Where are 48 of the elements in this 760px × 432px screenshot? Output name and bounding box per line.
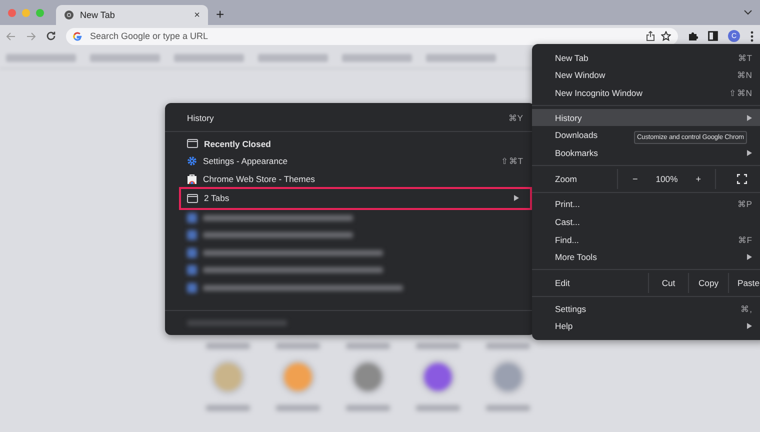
menu-item[interactable]: Bookmarks	[532, 144, 760, 162]
edit-button[interactable]: Cut	[648, 272, 688, 293]
menu-item[interactable]: New Window ⌘N	[532, 66, 760, 84]
closed-tab-item[interactable]: Settings - Appearance ⇧⌘T	[165, 152, 535, 170]
address-input[interactable]: Search Google or type a URL	[88, 30, 640, 42]
chevron-down-icon[interactable]	[744, 10, 752, 15]
menu-item[interactable]: History	[532, 108, 760, 126]
close-window-button[interactable]	[8, 8, 16, 16]
edit-button[interactable]: Paste	[728, 272, 760, 293]
reload-icon[interactable]	[46, 31, 56, 41]
history-menu-title[interactable]: History ⌘Y	[165, 108, 535, 128]
zoom-label: Zoom	[555, 172, 578, 186]
share-icon[interactable]	[646, 31, 655, 41]
close-tab-button[interactable]: ×	[194, 10, 200, 20]
chrome-icon	[64, 10, 74, 20]
zoom-out-button[interactable]: −	[632, 174, 638, 184]
side-panel-icon[interactable]	[708, 31, 718, 41]
recently-closed-heading[interactable]: Recently Closed	[165, 135, 535, 153]
closed-tab-item[interactable]: Chrome Web Store - Themes	[165, 170, 535, 188]
menu-item[interactable]: New Tab ⌘T	[532, 49, 760, 67]
menu-item[interactable]: Find... ⌘F	[532, 230, 760, 248]
submenu-arrow-icon	[514, 195, 519, 202]
window-icon	[187, 139, 198, 148]
menu-item[interactable]: Help	[532, 318, 760, 336]
menu-item[interactable]: New Incognito Window ⇧⌘N	[532, 84, 760, 102]
browser-tab[interactable]: New Tab ×	[56, 5, 208, 25]
more-menu-icon[interactable]	[750, 30, 754, 42]
google-icon	[73, 32, 82, 40]
menu-item[interactable]: Print... ⌘P	[532, 196, 760, 214]
address-bar[interactable]: Search Google or type a URL	[66, 28, 678, 44]
store-icon	[187, 174, 197, 184]
fullscreen-icon[interactable]	[737, 174, 747, 184]
gear-icon	[187, 156, 197, 166]
new-tab-button[interactable]: +	[216, 6, 224, 22]
edit-label: Edit	[555, 276, 571, 290]
zoom-value: 100%	[656, 174, 678, 184]
menu-item[interactable]: More Tools	[532, 248, 760, 266]
zoom-in-button[interactable]: +	[696, 174, 701, 184]
forward-icon[interactable]	[26, 32, 36, 40]
menu-item[interactable]: Settings ⌘,	[532, 300, 760, 318]
window-icon	[187, 194, 198, 203]
minimize-window-button[interactable]	[22, 8, 30, 16]
back-icon[interactable]	[6, 32, 16, 40]
edit-button[interactable]: Copy	[688, 272, 728, 293]
menu-item[interactable]: Cast...	[532, 213, 760, 231]
puzzle-icon[interactable]	[688, 31, 698, 41]
star-icon[interactable]	[661, 31, 671, 41]
closed-window-item[interactable]: 2 Tabs	[180, 188, 531, 209]
